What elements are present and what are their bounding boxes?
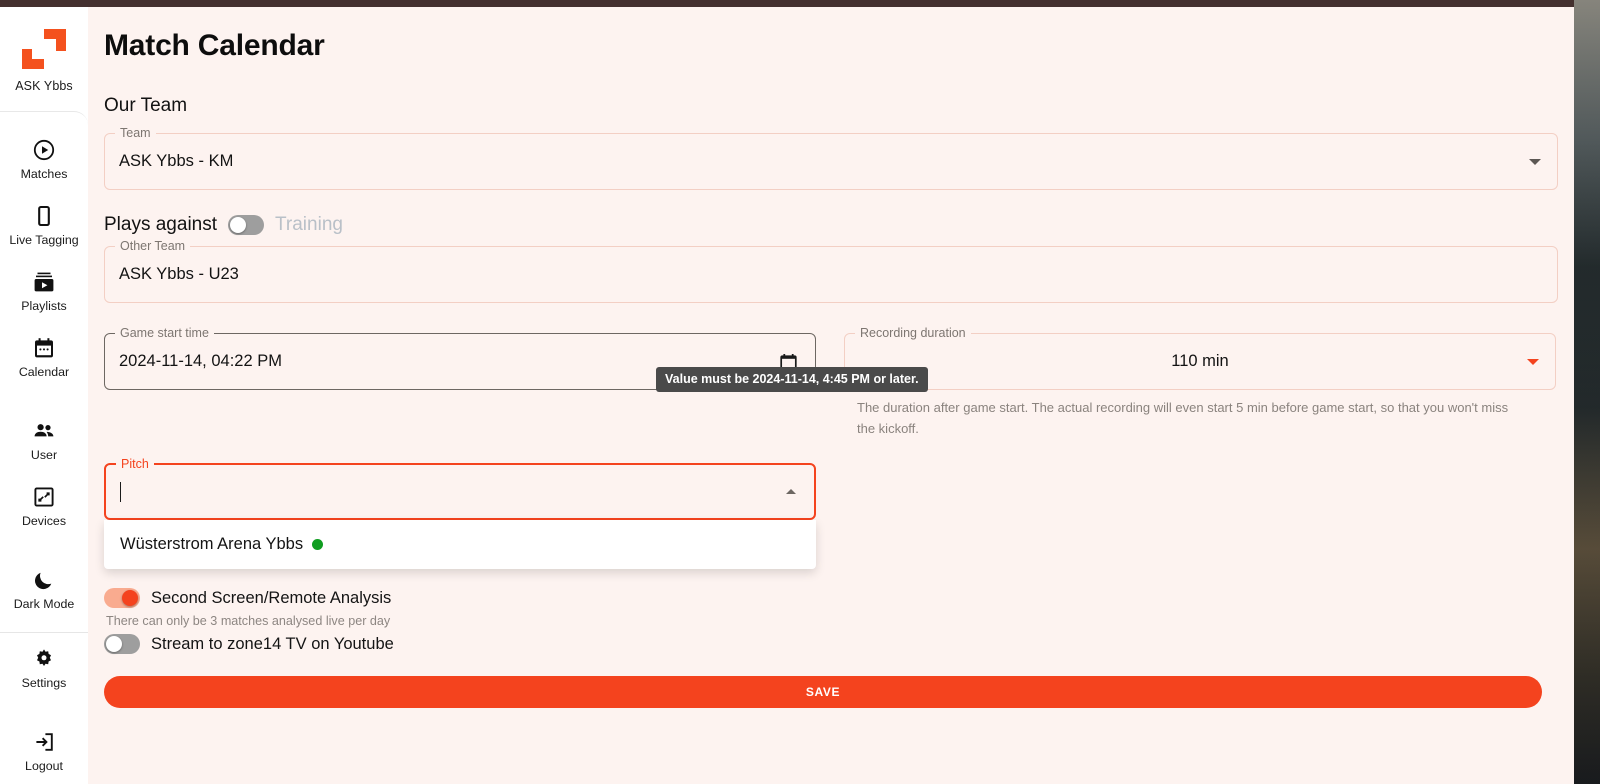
pitch-option[interactable]: Wüsterstrom Arena Ybbs — [104, 520, 816, 569]
recording-duration-value: 110 min — [1171, 352, 1229, 370]
sidebar-item-live-tagging[interactable]: Live Tagging — [0, 192, 88, 258]
pitch-legend: Pitch — [116, 457, 154, 471]
other-team-value: ASK Ybbs - U23 — [119, 265, 239, 283]
game-start-time-legend: Game start time — [115, 326, 214, 340]
game-start-time-value: 2024-11-14, 04:22 PM — [119, 352, 282, 370]
window-title-bar — [0, 0, 1574, 7]
sidebar-item-label: Settings — [21, 675, 67, 690]
sidebar-item-playlists[interactable]: Playlists — [0, 258, 88, 324]
plays-against-label: Plays against — [104, 214, 218, 235]
second-screen-label: Second Screen/Remote Analysis — [151, 588, 392, 607]
training-label: Training — [275, 214, 343, 235]
play-circle-icon — [33, 139, 55, 160]
pitch-dropdown-list: Wüsterstrom Arena Ybbs — [104, 520, 816, 569]
calendar-icon — [35, 337, 53, 357]
sidebar-item-label: Playlists — [21, 298, 67, 313]
save-button[interactable]: SAVE — [104, 676, 1542, 708]
sidebar-item-label: Matches — [20, 166, 68, 181]
sidebar-divider — [0, 632, 88, 633]
sidebar-item-settings[interactable]: Settings — [0, 635, 88, 701]
sidebar-item-label: Calendar — [18, 364, 70, 379]
sidebar: ASK Ybbs Matches Live Tagging Playlists … — [0, 7, 88, 784]
device-screen-icon — [34, 486, 54, 507]
people-icon — [34, 423, 54, 436]
team-select[interactable]: Team ASK Ybbs - KM — [104, 126, 1558, 190]
sidebar-item-logout[interactable]: Logout — [0, 718, 88, 784]
other-team-legend: Other Team — [115, 239, 191, 253]
chevron-down-icon[interactable] — [1527, 358, 1539, 365]
team-select-value: ASK Ybbs - KM — [119, 152, 234, 170]
sidebar-item-label: User — [30, 447, 58, 462]
recording-duration-legend: Recording duration — [855, 326, 971, 340]
analysis-limit-note: There can only be 3 matches analysed liv… — [106, 614, 391, 628]
pitch-block: Pitch Wüsterstrom Arena Ybbs — [104, 457, 816, 569]
second-screen-row: Second Screen/Remote Analysis — [104, 588, 1558, 608]
other-team-field[interactable]: Other Team ASK Ybbs - U23 — [104, 239, 1558, 303]
chevron-down-icon[interactable] — [1529, 158, 1541, 165]
sidebar-item-calendar[interactable]: Calendar — [0, 324, 88, 390]
sidebar-item-label: Logout — [25, 758, 63, 773]
main-content: Match Calendar Our Team Team ASK Ybbs - … — [88, 7, 1574, 784]
stream-youtube-label: Stream to zone14 TV on Youtube — [151, 634, 394, 653]
recording-duration-select[interactable]: Recording duration 110 min — [844, 326, 1556, 390]
team-select-legend: Team — [115, 126, 156, 140]
pitch-text-cursor — [120, 481, 121, 502]
sidebar-brand[interactable]: ASK Ybbs — [0, 7, 88, 111]
video-library-icon — [34, 272, 54, 291]
sidebar-nav: Matches Live Tagging Playlists Calendar … — [0, 111, 88, 784]
sidebar-item-label: Devices — [21, 513, 67, 528]
sidebar-item-label: Dark Mode — [13, 596, 75, 611]
sidebar-item-user[interactable]: User — [0, 407, 88, 473]
training-toggle[interactable] — [228, 215, 265, 235]
pitch-option-label: Wüsterstrom Arena Ybbs — [120, 535, 304, 553]
pitch-status-dot-online — [312, 539, 324, 550]
zone14-logo-icon — [22, 29, 66, 73]
sidebar-item-matches[interactable]: Matches — [0, 126, 88, 192]
brand-label: ASK Ybbs — [15, 79, 73, 93]
our-team-heading: Our Team — [104, 95, 188, 116]
validation-tooltip: Value must be 2024-11-14, 4:45 PM or lat… — [656, 367, 928, 392]
second-screen-toggle[interactable] — [104, 588, 140, 608]
sidebar-item-label: Live Tagging — [9, 232, 79, 247]
moon-icon — [35, 572, 52, 589]
recording-duration-helper: The duration after game start. The actua… — [857, 400, 1509, 436]
pitch-select[interactable]: Pitch — [104, 457, 816, 520]
page-title: Match Calendar — [104, 29, 325, 62]
stream-youtube-toggle[interactable] — [104, 634, 140, 654]
logout-arrow-icon — [36, 732, 53, 751]
app-window: ASK Ybbs Matches Live Tagging Playlists … — [0, 0, 1574, 784]
game-start-time-column: Game start time 2024-11-14, 04:22 PM Val… — [104, 317, 928, 439]
gear-icon — [37, 648, 51, 666]
chevron-up-icon[interactable] — [786, 488, 796, 494]
datetime-duration-row: Game start time 2024-11-14, 04:22 PM Val… — [104, 317, 1558, 439]
sidebar-item-dark-mode[interactable]: Dark Mode — [0, 556, 88, 622]
mobile-phone-icon — [38, 205, 50, 226]
stream-youtube-row: Stream to zone14 TV on Youtube — [104, 634, 1558, 654]
sidebar-item-devices[interactable]: Devices — [0, 473, 88, 539]
recording-duration-column: Recording duration 110 min The duration … — [844, 317, 1556, 439]
plays-against-row: Plays against Training — [104, 214, 1558, 236]
